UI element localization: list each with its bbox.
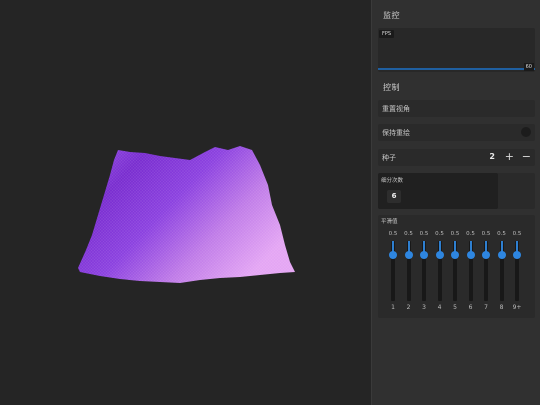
smoothing-sliders: 平滑值 0.5 1 0.5 2 0.5 3 0.5 4 0.5 5 0.5 6 0.5 7 0.5 8 0.5 9…: [378, 215, 535, 318]
subdivision-label: 细分次数: [381, 178, 404, 184]
slider-value: 0.5: [450, 231, 460, 237]
smoothing-slider[interactable]: 0.5 1: [386, 215, 400, 318]
smoothing-slider[interactable]: 0.5 5: [448, 215, 462, 318]
slider-track[interactable]: [453, 241, 457, 301]
slider-track[interactable]: [484, 241, 488, 301]
smoothing-slider[interactable]: 0.5 2: [402, 215, 416, 318]
slider-handle[interactable]: [435, 251, 444, 259]
slider-index-label: 8: [499, 304, 504, 311]
slider-index-label: 4: [437, 304, 442, 311]
smoothing-slider[interactable]: 0.5 4: [433, 215, 447, 318]
fps-monitor: FPS 60: [378, 28, 535, 72]
slider-handle[interactable]: [420, 251, 428, 259]
reset-view-label: 重置视角: [382, 105, 410, 113]
fps-max-label: 60: [523, 63, 534, 71]
slider-value: 0.5: [497, 231, 506, 237]
slider-value: 0.5: [388, 231, 398, 237]
smoothing-slider[interactable]: 0.5 9+: [510, 215, 524, 318]
terrain-mesh: [78, 146, 295, 283]
seed-increment-button[interactable]: +: [505, 150, 514, 164]
keep-redraw-label: 保持重绘: [382, 129, 410, 137]
slider-index-label: 1: [391, 304, 395, 311]
seed-decrement-button[interactable]: −: [522, 150, 531, 164]
control-panel: 监控 FPS 60 控制 重置视角 保持重绘 种子 2 + − 细分次数 6 平…: [371, 0, 540, 405]
3d-viewport[interactable]: [0, 0, 371, 405]
slider-value: 0.5: [512, 231, 522, 237]
smoothing-slider[interactable]: 0.5 3: [417, 215, 431, 318]
slider-index-label: 5: [453, 304, 457, 311]
seed-label: 种子: [382, 154, 396, 162]
slider-value: 0.5: [466, 231, 475, 237]
slider-handle[interactable]: [513, 251, 521, 259]
slider-track[interactable]: [437, 241, 442, 301]
fps-graph-line: [378, 68, 535, 70]
keep-redraw-toggle[interactable]: 保持重绘: [378, 124, 535, 141]
slider-handle[interactable]: [497, 251, 506, 259]
subdivision-input-area[interactable]: 细分次数 6: [378, 173, 498, 209]
slider-index-label: 2: [406, 304, 411, 311]
slider-track[interactable]: [499, 241, 504, 301]
smoothing-slider[interactable]: 0.5 7: [479, 215, 493, 318]
slider-value: 0.5: [419, 231, 429, 237]
toggle-indicator[interactable]: [521, 127, 531, 137]
slider-track[interactable]: [391, 241, 395, 301]
fps-label: FPS: [379, 30, 395, 38]
slider-index-label: 7: [484, 304, 488, 311]
control-section-title: 控制: [383, 83, 400, 92]
slider-index-label: 6: [468, 304, 473, 311]
slider-index-label: 9+: [512, 304, 522, 311]
slider-track[interactable]: [406, 241, 411, 301]
slider-handle[interactable]: [404, 251, 413, 259]
seed-stepper: 种子 2 + −: [378, 149, 535, 166]
slider-track[interactable]: [422, 241, 426, 301]
reset-view-button[interactable]: 重置视角: [378, 100, 535, 117]
slider-value: 0.5: [404, 231, 413, 237]
slider-handle[interactable]: [466, 251, 475, 259]
subdivision-value[interactable]: 6: [387, 190, 401, 203]
seed-value: 2: [489, 152, 495, 161]
slider-handle[interactable]: [482, 251, 490, 259]
smoothing-slider[interactable]: 0.5 6: [464, 215, 478, 318]
slider-track[interactable]: [468, 241, 473, 301]
slider-handle[interactable]: [451, 251, 459, 259]
smoothing-slider[interactable]: 0.5 8: [495, 215, 509, 318]
monitor-section-title: 监控: [383, 11, 400, 20]
slider-index-label: 3: [422, 304, 426, 311]
slider-value: 0.5: [435, 231, 444, 237]
slider-track[interactable]: [515, 241, 519, 301]
slider-handle[interactable]: [389, 251, 397, 259]
slider-value: 0.5: [481, 231, 491, 237]
subdivision-control: 细分次数 6: [378, 173, 535, 209]
